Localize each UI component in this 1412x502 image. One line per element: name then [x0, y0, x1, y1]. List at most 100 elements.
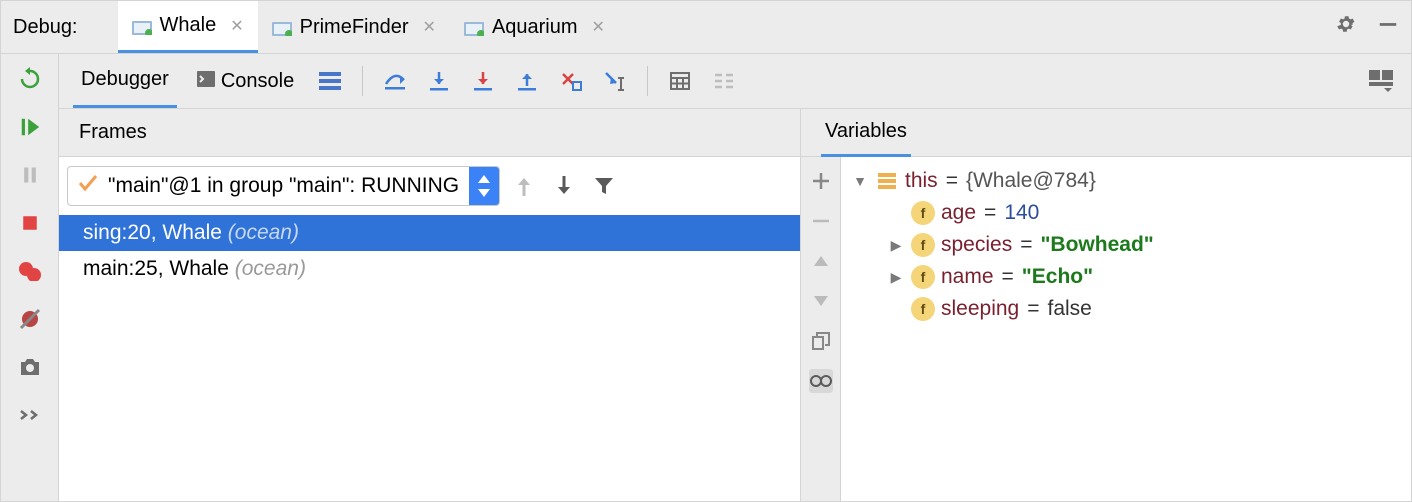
remove-watch-button[interactable]	[809, 209, 833, 233]
next-frame-button[interactable]	[548, 170, 580, 202]
var-value: {Whale@784}	[966, 169, 1096, 193]
frame-package: (ocean)	[235, 257, 306, 280]
variables-header-label: Variables	[821, 109, 911, 157]
thread-text: "main"@1 in group "main": RUNNING	[108, 174, 459, 198]
move-watch-down-button[interactable]	[809, 289, 833, 313]
equals-sign: =	[946, 169, 958, 193]
debug-titlebar: Debug: Whale ✕ PrimeFinder ✕ Aquarium ✕	[0, 0, 1412, 54]
mute-breakpoints-button[interactable]	[17, 306, 43, 332]
threads-icon[interactable]	[314, 66, 346, 96]
frames-header-label: Frames	[79, 121, 147, 144]
expand-icon[interactable]: ▶	[887, 269, 905, 286]
field-icon: f	[911, 201, 935, 225]
frames-pane: Frames "main"@1 in group "main": RUNNING…	[59, 109, 801, 501]
equals-sign: =	[984, 201, 996, 225]
var-name: age	[941, 201, 976, 225]
tab-label: PrimeFinder	[300, 16, 409, 39]
run-tab-whale[interactable]: Whale ✕	[118, 1, 258, 53]
titlebar-right	[1335, 13, 1399, 41]
checkmark-icon	[78, 174, 98, 198]
close-icon[interactable]: ✕	[230, 16, 243, 36]
frame-location: sing:20, Whale	[83, 221, 222, 244]
step-out-button[interactable]	[511, 66, 543, 96]
frames-toolbar: "main"@1 in group "main": RUNNING	[59, 157, 800, 215]
variable-species[interactable]: ▶ f species = "Bowhead"	[851, 229, 1401, 261]
rerun-button[interactable]	[17, 66, 43, 92]
var-value: "Bowhead"	[1040, 233, 1153, 257]
run-config-icon	[464, 20, 484, 34]
object-icon	[875, 169, 899, 193]
frame-package: (ocean)	[228, 221, 299, 244]
stepper-icon[interactable]	[469, 167, 499, 205]
run-config-icon	[272, 20, 292, 34]
variables-header[interactable]: Variables	[801, 109, 1411, 157]
step-over-button[interactable]	[379, 66, 411, 96]
force-step-into-button[interactable]	[467, 66, 499, 96]
run-to-cursor-button[interactable]	[599, 66, 631, 96]
layout-settings-button[interactable]	[1365, 66, 1397, 96]
field-icon: f	[911, 233, 935, 257]
debug-action-bar	[0, 54, 58, 502]
variable-sleeping[interactable]: f sleeping = false	[851, 293, 1401, 325]
expand-icon[interactable]: ▼	[851, 173, 869, 189]
step-into-button[interactable]	[423, 66, 455, 96]
var-value: "Echo"	[1022, 265, 1093, 289]
view-breakpoints-button[interactable]	[17, 258, 43, 284]
debugger-tab-label: Debugger	[81, 68, 169, 91]
var-value: false	[1048, 297, 1092, 321]
more-actions-button[interactable]	[17, 402, 43, 428]
camera-button[interactable]	[17, 354, 43, 380]
variables-pane: Variables ▼ this	[801, 109, 1411, 501]
drop-frame-button[interactable]	[555, 66, 587, 96]
run-tab-primefinder[interactable]: PrimeFinder ✕	[258, 1, 450, 53]
run-config-tabs: Whale ✕ PrimeFinder ✕ Aquarium ✕	[118, 1, 1336, 53]
debugger-toolbar: Debugger Console	[59, 54, 1411, 109]
variable-age[interactable]: f age = 140	[851, 197, 1401, 229]
run-config-icon	[132, 19, 152, 33]
frame-location: main:25, Whale	[83, 257, 229, 280]
variables-tree[interactable]: ▼ this = {Whale@784} f age = 140	[841, 157, 1411, 501]
variable-name[interactable]: ▶ f name = "Echo"	[851, 261, 1401, 293]
console-icon	[197, 70, 215, 93]
minimize-icon[interactable]	[1377, 13, 1399, 41]
show-watches-button[interactable]	[809, 369, 833, 393]
equals-sign: =	[1020, 233, 1032, 257]
debug-label: Debug:	[13, 16, 78, 39]
frames-list: sing:20, Whale (ocean) main:25, Whale (o…	[59, 215, 800, 501]
frames-header: Frames	[59, 109, 800, 157]
equals-sign: =	[1027, 297, 1039, 321]
prev-frame-button[interactable]	[508, 170, 540, 202]
pause-button[interactable]	[17, 162, 43, 188]
var-name: sleeping	[941, 297, 1019, 321]
var-name: name	[941, 265, 994, 289]
tab-label: Aquarium	[492, 16, 578, 39]
duplicate-watch-button[interactable]	[809, 329, 833, 353]
variables-gutter	[801, 157, 841, 501]
move-watch-up-button[interactable]	[809, 249, 833, 273]
debugger-tab[interactable]: Debugger	[73, 54, 177, 108]
filter-frames-button[interactable]	[588, 170, 620, 202]
gear-icon[interactable]	[1335, 13, 1357, 41]
frame-row[interactable]: sing:20, Whale (ocean)	[59, 215, 800, 251]
field-icon: f	[911, 265, 935, 289]
var-name: species	[941, 233, 1012, 257]
close-icon[interactable]: ✕	[423, 17, 436, 37]
equals-sign: =	[1002, 265, 1014, 289]
separator	[647, 66, 648, 96]
run-tab-aquarium[interactable]: Aquarium ✕	[450, 1, 619, 53]
stop-button[interactable]	[17, 210, 43, 236]
frame-row[interactable]: main:25, Whale (ocean)	[59, 251, 800, 287]
thread-selector[interactable]: "main"@1 in group "main": RUNNING	[67, 166, 500, 206]
evaluate-expression-button[interactable]	[664, 66, 696, 96]
separator	[362, 66, 363, 96]
trace-current-stream-chain-button[interactable]	[708, 66, 740, 96]
new-watch-button[interactable]	[809, 169, 833, 193]
console-tab[interactable]: Console	[189, 54, 302, 108]
field-icon: f	[911, 297, 935, 321]
variable-this[interactable]: ▼ this = {Whale@784}	[851, 165, 1401, 197]
resume-button[interactable]	[17, 114, 43, 140]
expand-icon[interactable]: ▶	[887, 237, 905, 254]
var-name: this	[905, 169, 938, 193]
close-icon[interactable]: ✕	[592, 17, 605, 37]
tab-label: Whale	[160, 14, 217, 37]
